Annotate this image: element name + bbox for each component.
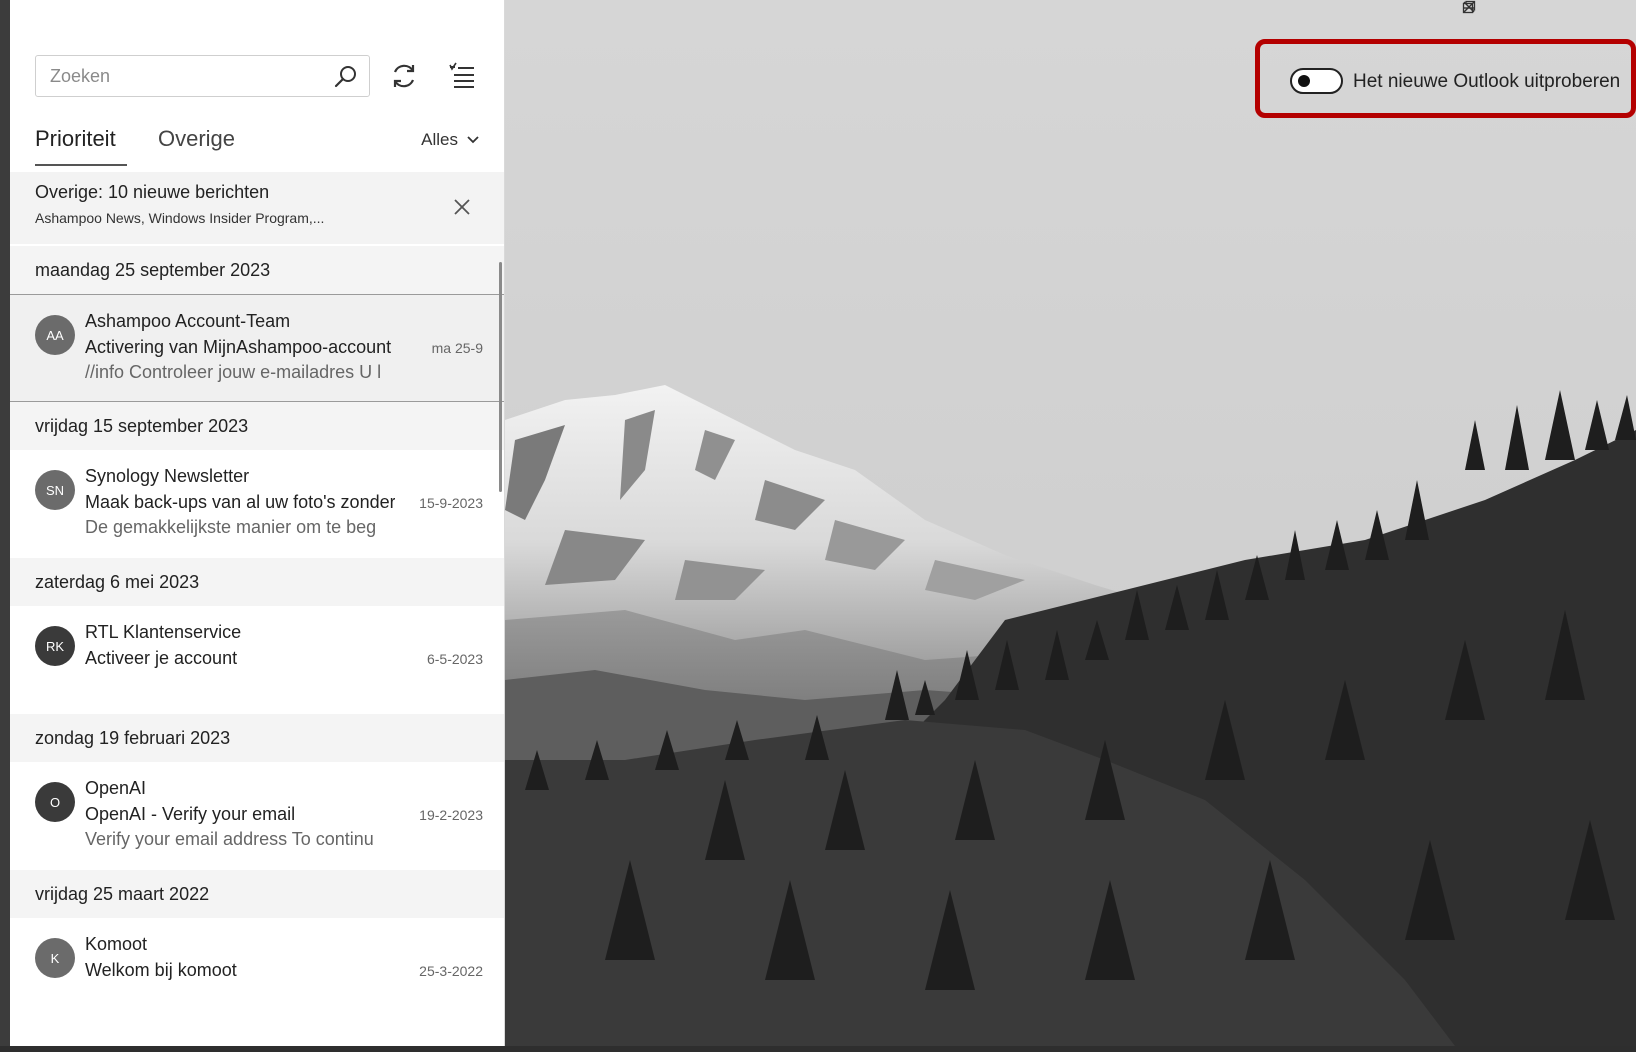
mail-preview: //info Controleer jouw e-mailadres U l bbox=[85, 362, 382, 382]
list-scrollbar[interactable] bbox=[499, 262, 502, 492]
date-header: zaterdag 6 mei 2023 bbox=[10, 558, 504, 606]
try-new-outlook-toggle[interactable] bbox=[1290, 68, 1343, 94]
search-box[interactable] bbox=[35, 55, 370, 97]
filter-dropdown-label: Alles bbox=[421, 130, 458, 149]
notice-subtitle: Ashampoo News, Windows Insider Program,.… bbox=[35, 210, 325, 226]
mail-toolbar bbox=[10, 0, 504, 120]
window-left-edge bbox=[0, 0, 10, 1052]
mail-sender: Ashampoo Account-Team bbox=[85, 311, 291, 331]
tab-priority[interactable]: Prioriteit bbox=[35, 126, 116, 152]
mail-sender: Synology Newsletter bbox=[85, 466, 250, 486]
avatar: K bbox=[35, 938, 75, 978]
search-icon[interactable] bbox=[333, 64, 359, 90]
filter-icon[interactable] bbox=[446, 60, 478, 92]
mail-subject: Activering van MijnAshampoo-account bbox=[85, 337, 392, 357]
mail-sender: OpenAI bbox=[85, 778, 147, 798]
mail-subject: Maak back-ups van al uw foto's zonder bbox=[85, 492, 395, 512]
reading-pane-background bbox=[505, 0, 1636, 1046]
mail-list: maandag 25 september 2023 AA Ashampoo Ac… bbox=[10, 246, 504, 1026]
chevron-down-icon bbox=[467, 136, 479, 144]
tab-other[interactable]: Overige bbox=[158, 126, 235, 152]
mail-preview: De gemakkelijkste manier om te beg bbox=[85, 517, 377, 537]
mail-subject: Welkom bij komoot bbox=[85, 960, 237, 980]
avatar: O bbox=[35, 782, 75, 822]
date-header: vrijdag 25 maart 2022 bbox=[10, 870, 504, 918]
tab-priority-underline bbox=[35, 164, 127, 166]
mail-sender: Komoot bbox=[85, 934, 148, 954]
avatar: RK bbox=[35, 626, 75, 666]
avatar: SN bbox=[35, 470, 75, 510]
filter-dropdown[interactable]: Alles bbox=[421, 130, 480, 150]
notice-title: Overige: 10 nieuwe berichten bbox=[35, 182, 270, 202]
inbox-tabs: Prioriteit Overige Alles bbox=[10, 120, 504, 168]
mail-date: 6-5-2023 bbox=[426, 651, 483, 667]
list-item[interactable]: K Komoot Welkom bij komoot 25-3-2022 bbox=[10, 918, 504, 1026]
mail-subject: OpenAI - Verify your email bbox=[85, 804, 296, 824]
other-inbox-notice[interactable]: Overige: 10 nieuwe berichten Ashampoo Ne… bbox=[10, 172, 504, 244]
close-icon bbox=[1463, 1, 1475, 13]
mail-date: 15-9-2023 bbox=[419, 495, 483, 511]
list-item[interactable]: O OpenAI OpenAI - Verify your email Veri… bbox=[10, 762, 504, 870]
window-bottom-edge bbox=[0, 1046, 1636, 1052]
mail-sender: RTL Klantenservice bbox=[85, 622, 242, 642]
sync-icon[interactable] bbox=[388, 60, 420, 92]
search-input[interactable] bbox=[50, 65, 330, 87]
mail-date: ma 25-9 bbox=[431, 340, 483, 356]
mail-date: 25-3-2022 bbox=[419, 963, 483, 979]
date-header: vrijdag 15 september 2023 bbox=[10, 402, 504, 450]
mail-date: 19-2-2023 bbox=[419, 807, 483, 823]
toggle-knob bbox=[1298, 75, 1310, 87]
mail-preview: Verify your email address To continu bbox=[85, 829, 374, 849]
date-header: maandag 25 september 2023 bbox=[10, 246, 504, 294]
list-item[interactable]: RK RTL Klantenservice Activeer je accoun… bbox=[10, 606, 504, 714]
list-item[interactable]: SN Synology Newsletter Maak back-ups van… bbox=[10, 450, 504, 558]
avatar: AA bbox=[35, 315, 75, 355]
mountain-landscape-image bbox=[505, 0, 1636, 1046]
mail-subject: Activeer je account bbox=[85, 648, 238, 668]
list-item[interactable]: AA Ashampoo Account-Team Activering van … bbox=[10, 294, 504, 402]
date-header: zondag 19 februari 2023 bbox=[10, 714, 504, 762]
close-icon[interactable] bbox=[451, 196, 473, 218]
mail-list-pane: Prioriteit Overige Alles Overige: 10 nie… bbox=[10, 0, 505, 1046]
try-new-outlook-label: Het nieuwe Outlook uitproberen bbox=[1353, 71, 1621, 92]
